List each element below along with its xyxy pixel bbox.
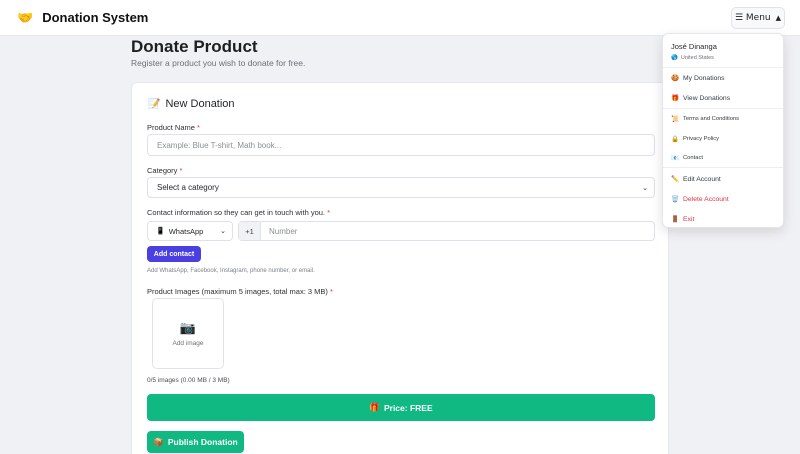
category-selected-value: Select a category (157, 183, 219, 192)
contact-label: Contact information so they can get in t… (147, 208, 331, 217)
user-menu-dropdown: José Dinanga 🌎 United States 🍪 My Donati… (662, 33, 784, 228)
user-info: José Dinanga 🌎 United States (671, 42, 717, 61)
product-name-placeholder: Example: Blue T-shirt, Math book... (157, 140, 282, 150)
card-title: 📝 New Donation (148, 98, 235, 110)
phone-prefix: +1 (239, 222, 261, 240)
contact-type-select[interactable]: 📱 WhatsApp ⌄ (147, 221, 233, 241)
menu-button[interactable]: ☰ Menu ▲ (731, 7, 785, 29)
phone-number-input[interactable]: Number (261, 227, 297, 236)
menu-divider (663, 108, 783, 109)
menu-button-label: ☰ Menu (734, 13, 771, 23)
menu-divider (663, 67, 783, 68)
phone-icon: 📱 (156, 228, 165, 235)
required-marker: * (329, 287, 333, 296)
cookie-icon: 🍪 (671, 75, 680, 82)
contact-type-value: WhatsApp (168, 226, 204, 236)
lock-icon: 🔒 (671, 136, 680, 143)
top-navbar: 🤝 Donation System ☰ Menu ▲ (0, 0, 800, 36)
menu-item-terms[interactable]: 📜 Terms and Conditions (671, 115, 739, 123)
page-title: Donate Product (131, 37, 258, 56)
door-icon: 🚪 (671, 216, 680, 223)
gift-icon: 🎁 (671, 95, 680, 102)
product-name-label: Product Name * (147, 123, 200, 132)
phone-input-group: +1 Number (238, 221, 655, 241)
category-select[interactable]: Select a category ⌄ (147, 177, 655, 198)
donation-form-card: 📝 New Donation Product Name * Example: B… (131, 82, 669, 454)
add-image-label: Add image (172, 340, 204, 347)
brand[interactable]: 🤝 Donation System (17, 10, 148, 26)
package-icon: 📦 (153, 436, 164, 447)
brand-name: Donation System (42, 10, 149, 25)
menu-item-exit[interactable]: 🚪 Exit (671, 215, 694, 224)
globe-icon: 🌎 (671, 55, 678, 61)
trash-icon: 🗑️ (671, 196, 680, 203)
handshake-icon: 🤝 (17, 10, 34, 25)
required-marker: * (327, 208, 331, 217)
scroll-icon: 📜 (671, 116, 680, 123)
publish-donation-button[interactable]: 📦 Publish Donation (147, 431, 244, 453)
category-label: Category * (147, 166, 183, 175)
chevron-down-icon: ⌄ (220, 227, 226, 235)
user-name: José Dinanga (671, 42, 717, 51)
contact-hint: Add WhatsApp, Facebook, Instagram, phone… (147, 268, 315, 274)
pencil-icon: ✏️ (671, 176, 680, 183)
image-count: 0/5 images (0.00 MB / 3 MB) (147, 377, 230, 384)
caret-up-icon: ▲ (775, 14, 782, 22)
required-marker: * (179, 166, 183, 175)
chevron-down-icon: ⌄ (642, 183, 648, 192)
camera-icon: 📷 (179, 320, 197, 335)
menu-item-privacy[interactable]: 🔒 Privacy Policy (671, 135, 719, 143)
price-label: Price: FREE (383, 402, 433, 413)
mail-icon: 📧 (671, 155, 680, 162)
menu-item-my-donations[interactable]: 🍪 My Donations (671, 74, 725, 83)
card-title-text: New Donation (165, 98, 235, 110)
menu-item-delete-account[interactable]: 🗑️ Delete Account (671, 195, 729, 204)
user-country: 🌎 United States (671, 55, 714, 61)
menu-item-view-donations[interactable]: 🎁 View Donations (671, 94, 730, 103)
gift-icon: 🎁 (369, 402, 380, 412)
memo-icon: 📝 (148, 98, 161, 110)
page-subtitle: Register a product you wish to donate fo… (131, 58, 306, 68)
add-image-button[interactable]: 📷 Add image (152, 298, 224, 369)
required-marker: * (197, 123, 200, 132)
menu-item-contact[interactable]: 📧 Contact (671, 154, 703, 162)
publish-label: Publish Donation (167, 437, 238, 447)
add-contact-button[interactable]: Add contact (147, 246, 201, 262)
product-name-input[interactable]: Example: Blue T-shirt, Math book... (147, 134, 655, 156)
menu-item-edit-account[interactable]: ✏️ Edit Account (671, 175, 721, 184)
images-label: Product Images (maximum 5 images, total … (147, 287, 333, 296)
menu-divider (663, 167, 783, 168)
price-banner: 🎁 Price: FREE (147, 394, 655, 421)
